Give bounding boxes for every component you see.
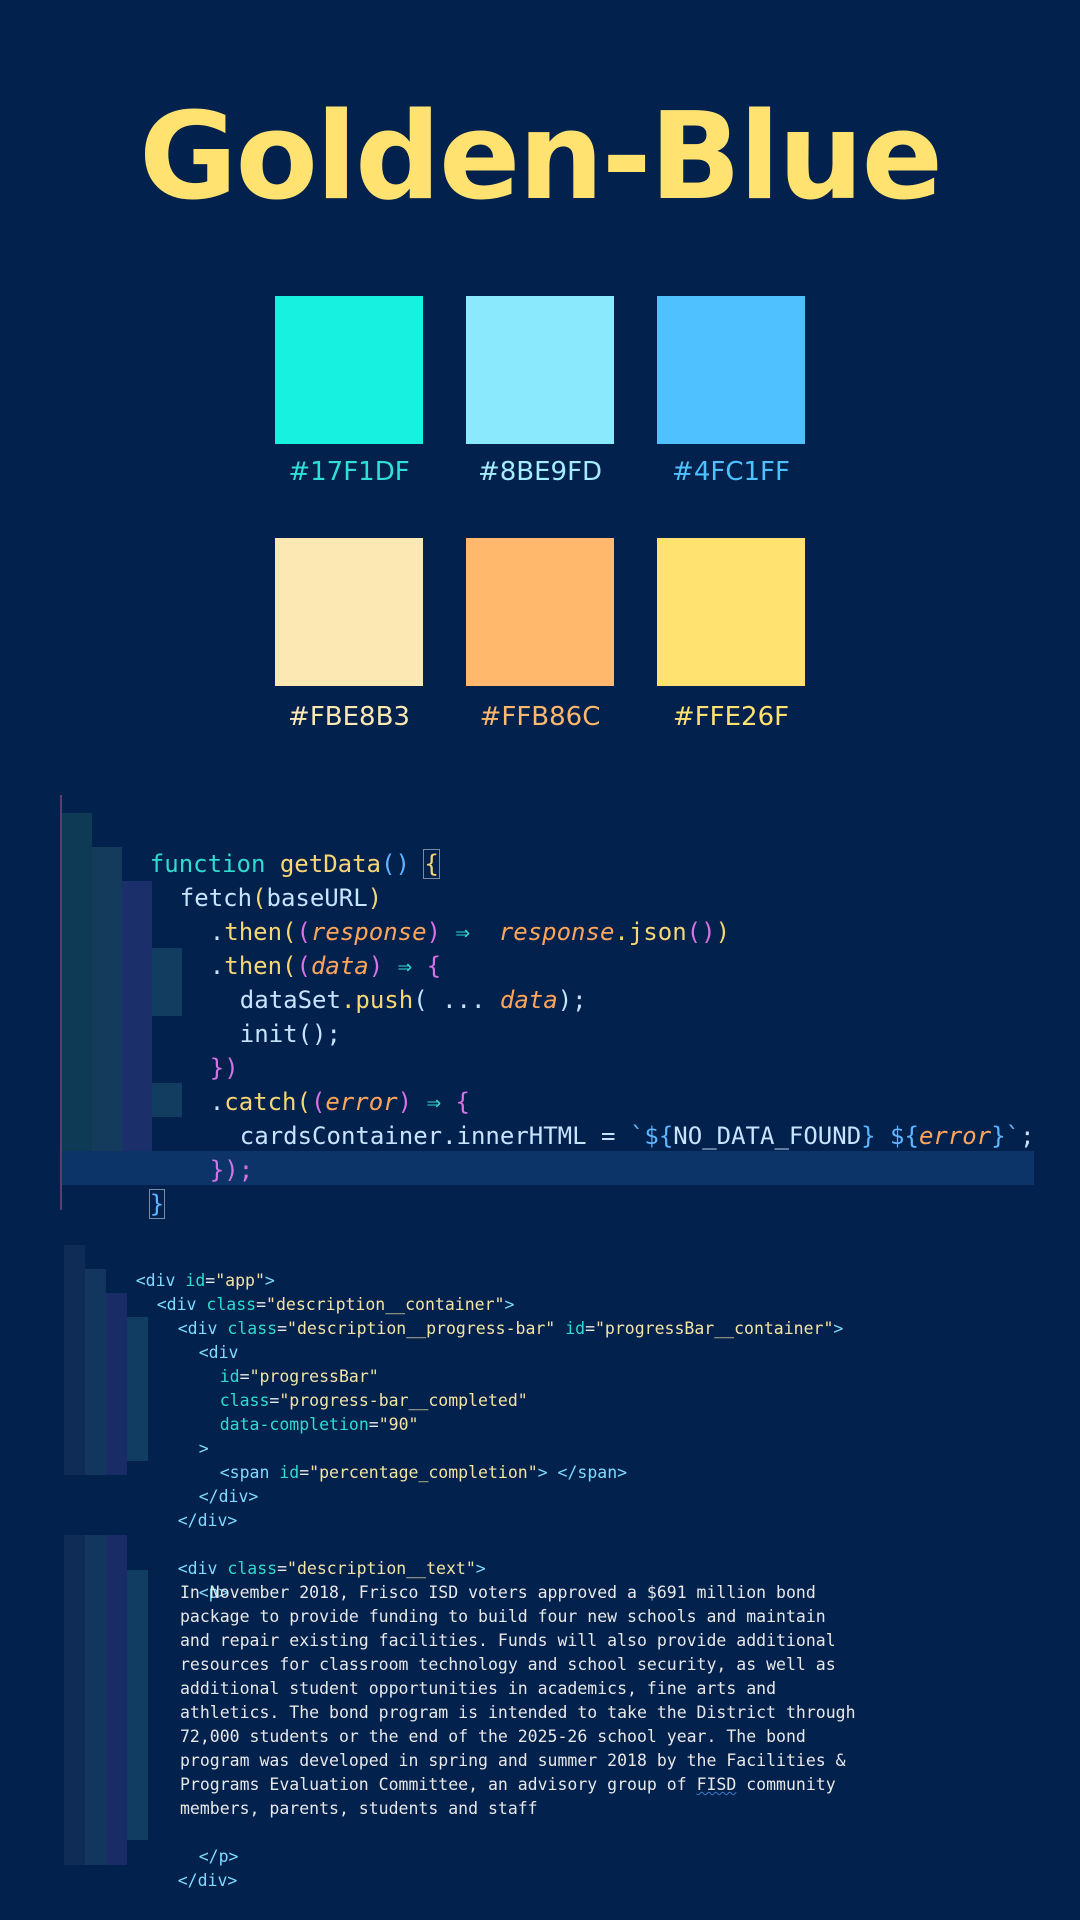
- code-line: <div class="description__progress-bar" i…: [177, 1319, 844, 1338]
- code-line: <span id="percentage_completion"> </span…: [219, 1463, 628, 1482]
- code-line: cardsContainer.innerHTML = `${NO_DATA_FO…: [239, 1122, 1035, 1150]
- code-line: .catch((error) ⇒ {: [209, 1088, 470, 1116]
- code-snippet-js: function getData() { fetch(baseURL) .the…: [60, 795, 1035, 1219]
- paragraph-line: program was developed in spring and summ…: [180, 1751, 846, 1770]
- code-line: </div>: [177, 1871, 238, 1890]
- swatch-label-4fc1ff: #4FC1FF: [672, 457, 790, 487]
- paragraph-line: In November 2018, Frisco ISD voters appr…: [180, 1583, 816, 1602]
- page-title: Golden-Blue: [138, 88, 943, 227]
- code-line: </div>: [177, 1511, 238, 1530]
- code-line: .then((response) ⇒ response.json()): [209, 918, 731, 946]
- code-line: }: [148, 1189, 166, 1219]
- swatch-label-ffb86c: #FFB86C: [479, 702, 601, 732]
- swatch-8be9fd: [466, 296, 614, 444]
- code-line: <p>: [198, 1583, 229, 1602]
- swatch-label-ffe26f: #FFE26F: [672, 702, 790, 732]
- code-line: <div class="description__container">: [156, 1295, 515, 1314]
- indent-guide: [106, 1535, 127, 1865]
- swatch-4fc1ff: [657, 296, 805, 444]
- code-line: >: [198, 1439, 209, 1458]
- spellcheck-word[interactable]: FISD: [697, 1775, 737, 1794]
- code-line: dataSet.push( ... data);: [239, 986, 587, 1014]
- code-line: class="progress-bar__completed": [219, 1391, 528, 1410]
- code-line: fetch(baseURL): [179, 884, 383, 912]
- indent-guide: [62, 813, 92, 1151]
- code-line: id="progressBar": [219, 1367, 379, 1386]
- paragraph-line: members, parents, students and staff: [180, 1799, 538, 1818]
- paragraph-line: additional student opportunities in acad…: [180, 1679, 777, 1698]
- swatch-17f1df: [275, 296, 423, 444]
- code-line: <div id="app">: [135, 1271, 275, 1290]
- code-line: <div class="description__text">: [177, 1559, 486, 1578]
- code-line: });: [209, 1156, 254, 1184]
- paragraph-line: 72,000 students or the end of the 2025-2…: [180, 1727, 806, 1746]
- paragraph-line: athletics. The bond program is intended …: [180, 1703, 856, 1722]
- indent-guide: [127, 1570, 148, 1840]
- code-line: <div: [198, 1343, 239, 1362]
- paragraph-line: Programs Evaluation Committee, an adviso…: [180, 1775, 836, 1794]
- paragraph-line: package to provide funding to build four…: [180, 1607, 826, 1626]
- indent-guide: [64, 1535, 85, 1865]
- swatch-label-17f1df: #17F1DF: [288, 457, 410, 487]
- code-line: function getData() {: [149, 849, 440, 879]
- paragraph-line: and repair existing facilities. Funds wi…: [180, 1631, 836, 1650]
- code-line: data-completion="90": [219, 1415, 419, 1434]
- swatch-fbe8b3: [275, 538, 423, 686]
- code-line: </p>: [198, 1847, 239, 1866]
- code-snippet-html: <div id="app"> <div class="description__…: [64, 1245, 1004, 1890]
- paragraph-line: resources for classroom technology and s…: [180, 1655, 836, 1674]
- swatch-label-8be9fd: #8BE9FD: [477, 457, 603, 487]
- indent-guide: [64, 1245, 85, 1475]
- code-line: .then((data) ⇒ {: [209, 952, 442, 980]
- indent-guide: [85, 1535, 106, 1865]
- swatch-label-fbe8b3: #FBE8B3: [288, 702, 410, 732]
- swatch-ffb86c: [466, 538, 614, 686]
- code-line: </div>: [198, 1487, 259, 1506]
- code-line: init();: [239, 1020, 341, 1048]
- swatch-ffe26f: [657, 538, 805, 686]
- code-line: }): [209, 1054, 239, 1082]
